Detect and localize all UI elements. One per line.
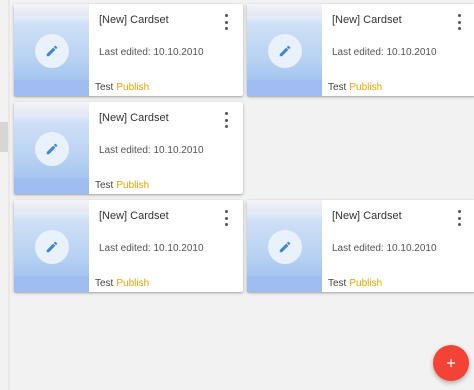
card-title: [New] Cardset: [99, 210, 169, 222]
card-footer: Test Publish: [95, 276, 149, 292]
pencil-icon: [46, 241, 58, 253]
card-tag: Test: [95, 82, 114, 93]
card-footer: Test Publish: [95, 80, 149, 96]
cardset-card[interactable]: [New] Cardset Last edited: 10.10.2010 Te…: [247, 200, 474, 292]
more-vertical-icon[interactable]: [221, 14, 231, 30]
thumbnail-top: [14, 200, 89, 212]
card-title: [New] Cardset: [99, 112, 169, 124]
cardset-card[interactable]: [New] Cardset Last edited: 10.10.2010 Te…: [247, 4, 474, 96]
more-vertical-icon[interactable]: [454, 14, 464, 30]
more-vertical-icon[interactable]: [454, 210, 464, 226]
thumbnail-top: [14, 102, 89, 114]
edit-button[interactable]: [268, 34, 302, 68]
publish-link[interactable]: Publish: [116, 278, 149, 289]
thumbnail-top: [14, 4, 89, 16]
card-tag: Test: [95, 278, 114, 289]
cardset-card[interactable]: [New] Cardset Last edited: 10.10.2010 Te…: [14, 102, 243, 194]
edit-button[interactable]: [35, 34, 69, 68]
edit-button[interactable]: [268, 230, 302, 264]
pencil-icon: [46, 45, 58, 57]
thumbnail-base: [14, 276, 89, 292]
thumbnail-base: [247, 276, 322, 292]
publish-link[interactable]: Publish: [116, 82, 149, 93]
card-footer: Test Publish: [328, 80, 382, 96]
last-edited-text: Last edited: 10.10.2010: [332, 243, 437, 254]
last-edited-text: Last edited: 10.10.2010: [99, 47, 204, 58]
card-title: [New] Cardset: [332, 210, 402, 222]
more-vertical-icon[interactable]: [221, 112, 231, 128]
card-tag: Test: [328, 278, 347, 289]
thumbnail-base: [14, 178, 89, 194]
card-tag: Test: [328, 82, 347, 93]
card-tag: Test: [95, 180, 114, 191]
publish-link[interactable]: Publish: [116, 180, 149, 191]
card-thumbnail[interactable]: [247, 200, 322, 292]
card-thumbnail[interactable]: [14, 4, 89, 96]
more-vertical-icon[interactable]: [221, 210, 231, 226]
card-thumbnail[interactable]: [14, 200, 89, 292]
card-title: [New] Cardset: [332, 14, 402, 26]
card-title: [New] Cardset: [99, 14, 169, 26]
publish-link[interactable]: Publish: [349, 82, 382, 93]
thumbnail-top: [247, 4, 322, 16]
page-edge: [8, 0, 10, 390]
card-footer: Test Publish: [328, 276, 382, 292]
thumbnail-base: [247, 80, 322, 96]
last-edited-text: Last edited: 10.10.2010: [99, 243, 204, 254]
sidebar-handle[interactable]: [0, 122, 8, 152]
edit-button[interactable]: [35, 230, 69, 264]
thumbnail-base: [14, 80, 89, 96]
last-edited-text: Last edited: 10.10.2010: [99, 145, 204, 156]
cardset-card[interactable]: [New] Cardset Last edited: 10.10.2010 Te…: [14, 4, 243, 96]
pencil-icon: [279, 241, 291, 253]
pencil-icon: [46, 143, 58, 155]
card-thumbnail[interactable]: [247, 4, 322, 96]
cardset-card[interactable]: [New] Cardset Last edited: 10.10.2010 Te…: [14, 200, 243, 292]
thumbnail-top: [247, 200, 322, 212]
edit-button[interactable]: [35, 132, 69, 166]
pencil-icon: [279, 45, 291, 57]
last-edited-text: Last edited: 10.10.2010: [332, 47, 437, 58]
publish-link[interactable]: Publish: [349, 278, 382, 289]
card-thumbnail[interactable]: [14, 102, 89, 194]
plus-icon: [446, 358, 456, 368]
add-cardset-button[interactable]: [433, 345, 469, 381]
card-footer: Test Publish: [95, 178, 149, 194]
